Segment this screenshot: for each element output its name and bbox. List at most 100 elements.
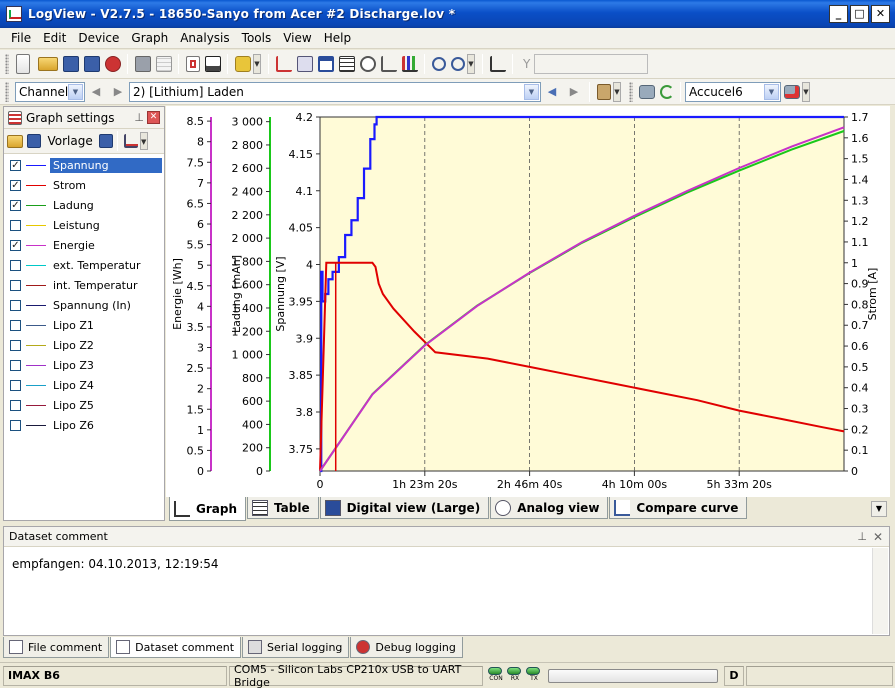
- device-profile-select[interactable]: Accucel6 ▼: [685, 81, 781, 102]
- series-row[interactable]: ✓ Spannung: [4, 155, 164, 175]
- save-icon[interactable]: [27, 134, 41, 148]
- series-name[interactable]: ext. Temperatur: [50, 258, 144, 273]
- save-template-icon[interactable]: [98, 134, 113, 148]
- tab-debug-logging[interactable]: Debug logging: [350, 637, 463, 658]
- new-file-icon[interactable]: [16, 54, 30, 74]
- chart-area[interactable]: 0 1h 23m 20s 2h 46m 40s 4h 10m 00s 5h 33m 20…: [166, 106, 890, 497]
- window-icon[interactable]: [317, 56, 334, 72]
- toolbar-grip[interactable]: [629, 81, 633, 102]
- close-file-icon[interactable]: [104, 56, 121, 72]
- series-name[interactable]: Ladung: [50, 198, 97, 213]
- clipboard-icon[interactable]: [596, 83, 611, 100]
- series-name[interactable]: Lipo Z4: [50, 378, 97, 393]
- close-button[interactable]: ✕: [871, 5, 890, 23]
- series-checkbox[interactable]: ✓: [10, 199, 21, 211]
- series-row[interactable]: Lipo Z2: [4, 335, 164, 355]
- refresh-icon[interactable]: [659, 84, 674, 99]
- zoom-dropdown-icon[interactable]: ▼: [467, 54, 475, 74]
- menu-file[interactable]: File: [0, 29, 37, 48]
- marker-icon[interactable]: [296, 56, 313, 72]
- graph-options-icon[interactable]: [123, 134, 138, 148]
- channel-select[interactable]: Channel1 ▼: [15, 81, 85, 102]
- series-row[interactable]: Lipo Z5: [4, 395, 164, 415]
- series-name[interactable]: Strom: [50, 178, 89, 193]
- pin-icon[interactable]: ⊥: [134, 111, 144, 124]
- bars-icon[interactable]: [401, 56, 418, 72]
- menu-help[interactable]: Help: [318, 29, 357, 48]
- menu-analysis[interactable]: Analysis: [174, 29, 235, 48]
- minimize-button[interactable]: _: [829, 5, 848, 23]
- tools-icon[interactable]: [134, 56, 151, 72]
- delete-data-icon[interactable]: [185, 56, 200, 72]
- series-row[interactable]: ✓ Ladung: [4, 195, 164, 215]
- series-checkbox[interactable]: [10, 379, 21, 391]
- comment-scrollbar[interactable]: [872, 548, 888, 634]
- menu-view[interactable]: View: [277, 29, 317, 48]
- series-checkbox[interactable]: [10, 319, 21, 331]
- series-checkbox[interactable]: ✓: [10, 159, 21, 171]
- pin-icon[interactable]: ⊥: [857, 530, 867, 543]
- tab-digital-view[interactable]: Digital view (Large): [319, 497, 490, 519]
- tab-compare-curve[interactable]: Compare curve: [609, 497, 748, 519]
- close-icon[interactable]: ✕: [873, 530, 883, 544]
- series-row[interactable]: Spannung (In): [4, 295, 164, 315]
- series-name[interactable]: Spannung (In): [50, 298, 134, 313]
- cursor-measure-icon[interactable]: [489, 56, 506, 72]
- tab-file-comment[interactable]: File comment: [3, 637, 110, 658]
- settings-dropdown-icon[interactable]: ▼: [253, 54, 261, 74]
- series-row[interactable]: Lipo Z6: [4, 415, 164, 435]
- grid-icon[interactable]: [155, 56, 172, 72]
- series-checkbox[interactable]: [10, 279, 21, 291]
- series-checkbox[interactable]: [10, 219, 21, 231]
- series-name[interactable]: Lipo Z6: [50, 418, 97, 433]
- series-checkbox[interactable]: [10, 299, 21, 311]
- chevron-down-icon[interactable]: ▼: [764, 83, 779, 100]
- menu-device[interactable]: Device: [72, 29, 125, 48]
- chevron-down-icon[interactable]: ▼: [871, 501, 887, 517]
- open-folder-icon[interactable]: [7, 134, 23, 148]
- chart-svg[interactable]: 0 1h 23m 20s 2h 46m 40s 4h 10m 00s 5h 33m 20…: [166, 106, 890, 497]
- series-row[interactable]: ✓ Strom: [4, 175, 164, 195]
- menu-edit[interactable]: Edit: [37, 29, 72, 48]
- next-dataset-icon[interactable]: ▶: [566, 84, 582, 100]
- menu-graph[interactable]: Graph: [125, 29, 174, 48]
- series-name[interactable]: Lipo Z5: [50, 398, 97, 413]
- series-checkbox[interactable]: [10, 419, 21, 431]
- device-dropdown-icon[interactable]: ▼: [802, 81, 810, 102]
- series-row[interactable]: Lipo Z4: [4, 375, 164, 395]
- series-name[interactable]: Leistung: [50, 218, 103, 233]
- curve-edit-icon[interactable]: [275, 56, 292, 72]
- series-row[interactable]: ✓ Energie: [4, 235, 164, 255]
- table-icon[interactable]: [338, 56, 355, 72]
- vorlage-label[interactable]: Vorlage: [48, 134, 93, 148]
- close-icon[interactable]: ✕: [147, 111, 160, 124]
- save-icon[interactable]: [62, 56, 79, 72]
- settings-icon[interactable]: [234, 56, 251, 72]
- comment-text[interactable]: empfangen: 04.10.2013, 12:19:54: [4, 547, 889, 581]
- series-checkbox[interactable]: [10, 259, 21, 271]
- dataset-select[interactable]: 2) [Lithium] Laden ▼: [129, 81, 541, 102]
- chevron-down-icon[interactable]: ▼: [68, 83, 83, 100]
- series-row[interactable]: int. Temperatur: [4, 275, 164, 295]
- tab-dataset-comment[interactable]: Dataset comment: [110, 637, 242, 658]
- chevron-down-icon[interactable]: ▼: [524, 83, 539, 100]
- next-channel-icon[interactable]: ▶: [110, 84, 126, 100]
- export-icon[interactable]: [204, 56, 221, 72]
- series-name[interactable]: Spannung: [50, 157, 162, 173]
- connect-icon[interactable]: [638, 84, 655, 99]
- y-value-field[interactable]: [534, 54, 649, 74]
- maximize-button[interactable]: □: [850, 5, 869, 23]
- series-checkbox[interactable]: [10, 359, 21, 371]
- series-name[interactable]: int. Temperatur: [50, 278, 141, 293]
- zoom-out-icon[interactable]: [450, 57, 465, 71]
- tab-analog-view[interactable]: Analog view: [490, 497, 609, 519]
- disconnect-icon[interactable]: [783, 84, 800, 99]
- series-row[interactable]: Leistung: [4, 215, 164, 235]
- series-checkbox[interactable]: [10, 339, 21, 351]
- save-as-icon[interactable]: [83, 56, 100, 72]
- prev-channel-icon[interactable]: ◀: [88, 84, 104, 100]
- series-checkbox[interactable]: ✓: [10, 239, 21, 251]
- series-name[interactable]: Lipo Z3: [50, 358, 97, 373]
- series-row[interactable]: Lipo Z3: [4, 355, 164, 375]
- menu-tools[interactable]: Tools: [236, 29, 278, 48]
